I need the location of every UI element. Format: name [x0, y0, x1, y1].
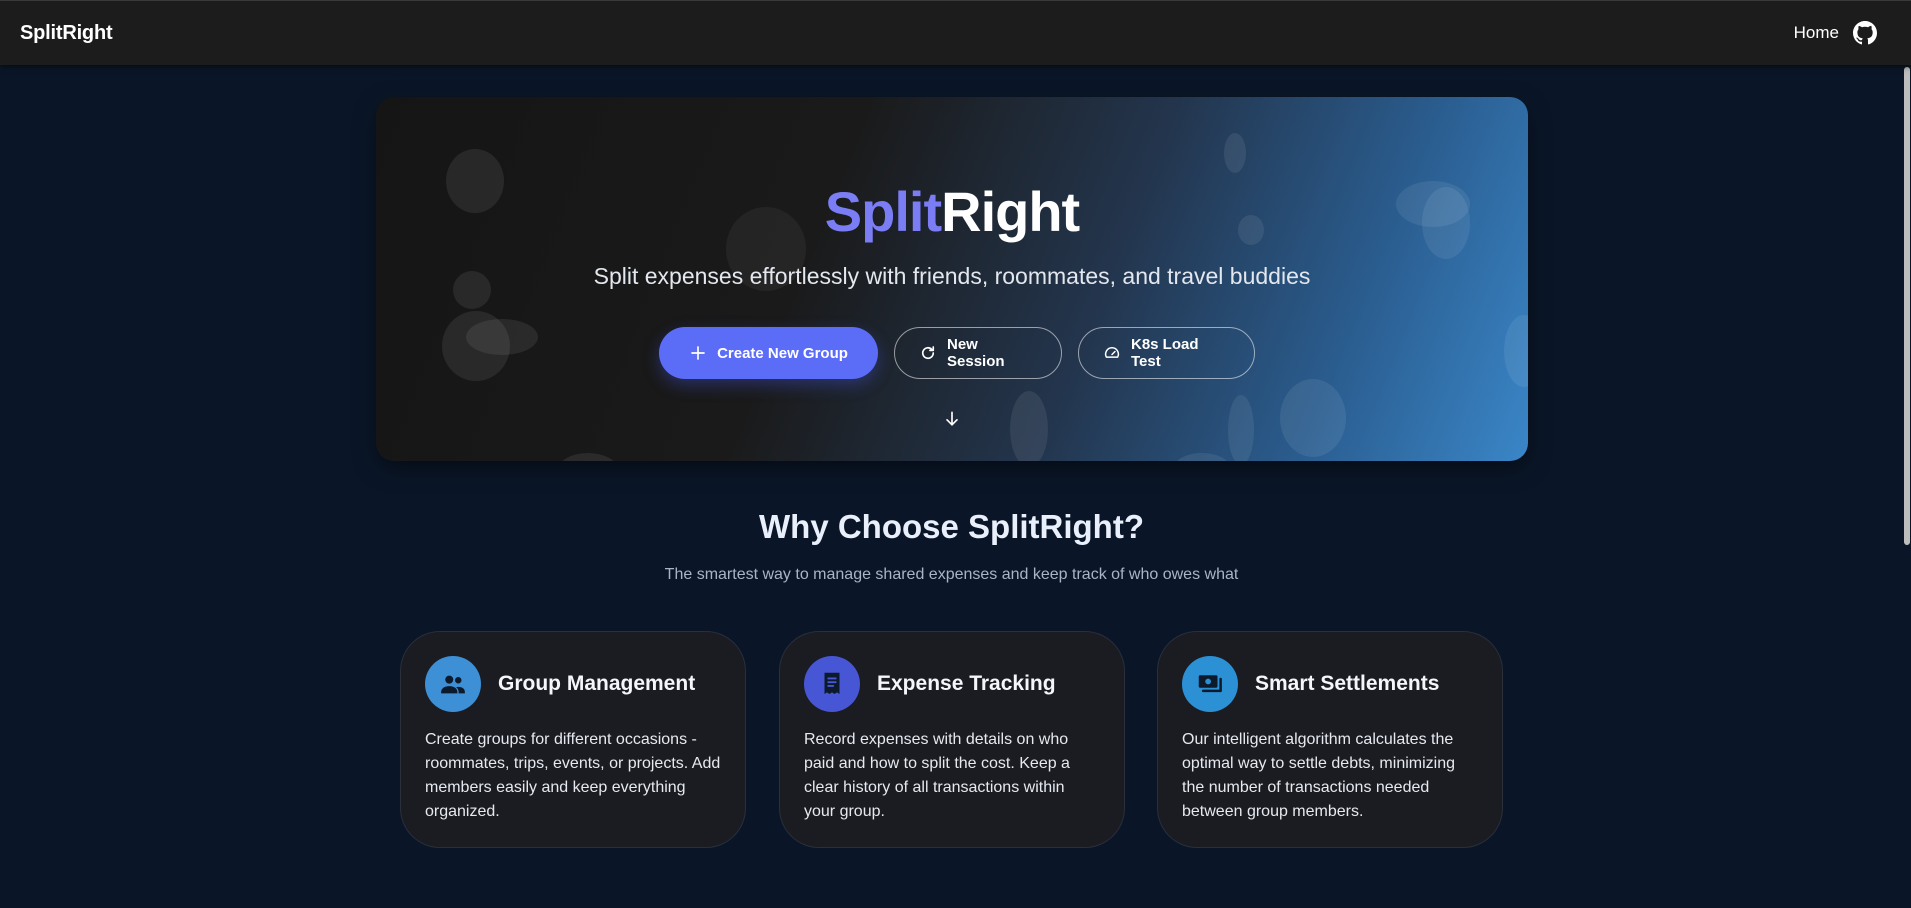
feature-card-group-management: Group Management Create groups for diffe…	[400, 631, 746, 848]
card-title: Group Management	[498, 672, 696, 695]
page-scrollbar[interactable]	[1903, 65, 1911, 908]
decor-bubble	[1010, 391, 1048, 461]
feature-card-smart-settlements: Smart Settlements Our intelligent algori…	[1157, 631, 1503, 848]
decor-bubble	[1280, 379, 1346, 457]
decor-bubble	[1228, 395, 1254, 461]
github-icon[interactable]	[1853, 21, 1877, 45]
receipt-icon	[804, 656, 860, 712]
features-subtitle: The smartest way to manage shared expens…	[664, 566, 1239, 583]
nav-right: Home	[1794, 21, 1877, 45]
nav-home-link[interactable]: Home	[1794, 23, 1839, 43]
new-session-button[interactable]: New Session	[894, 327, 1062, 379]
decor-bubble	[1174, 453, 1230, 461]
scrollbar-thumb[interactable]	[1904, 67, 1910, 545]
new-session-label: New Session	[947, 336, 1005, 370]
hero-title-accent: Split	[824, 180, 942, 243]
brand-logo[interactable]: SplitRight	[20, 22, 113, 45]
people-icon	[425, 656, 481, 712]
speedometer-icon	[1103, 344, 1121, 362]
decor-bubble	[556, 453, 620, 461]
top-nav-bar: SplitRight Home	[0, 0, 1911, 65]
decor-bubble	[1224, 133, 1246, 173]
card-header: Smart Settlements	[1182, 656, 1478, 712]
k8s-load-test-button[interactable]: K8s Load Test	[1078, 327, 1255, 379]
card-title: Smart Settlements	[1255, 672, 1440, 695]
hero-banner: SplitRight Split expenses effortlessly w…	[376, 97, 1528, 461]
create-group-label: Create New Group	[717, 344, 848, 362]
card-header: Expense Tracking	[804, 656, 1100, 712]
plus-icon	[689, 344, 707, 362]
hero-buttons: Create New Group New Session K8s Load Te…	[376, 327, 1528, 379]
payments-icon	[1182, 656, 1238, 712]
card-title: Expense Tracking	[877, 672, 1056, 695]
card-description: Our intelligent algorithm calculates the…	[1182, 731, 1455, 820]
hero-title: SplitRight	[376, 179, 1528, 244]
hero-subtitle: Split expenses effortlessly with friends…	[593, 263, 1311, 289]
card-description: Create groups for different occasions - …	[425, 731, 721, 820]
features-title: Why Choose SplitRight?	[759, 508, 1144, 545]
refresh-icon	[919, 344, 937, 362]
k8s-load-test-label: K8s Load Test	[1131, 336, 1199, 370]
card-header: Group Management	[425, 656, 721, 712]
arrow-down-icon[interactable]	[942, 409, 962, 429]
create-group-button[interactable]: Create New Group	[659, 327, 878, 379]
hero-title-main: Right	[941, 180, 1080, 243]
card-description: Record expenses with details on who paid…	[804, 731, 1070, 820]
feature-card-expense-tracking: Expense Tracking Record expenses with de…	[779, 631, 1125, 848]
